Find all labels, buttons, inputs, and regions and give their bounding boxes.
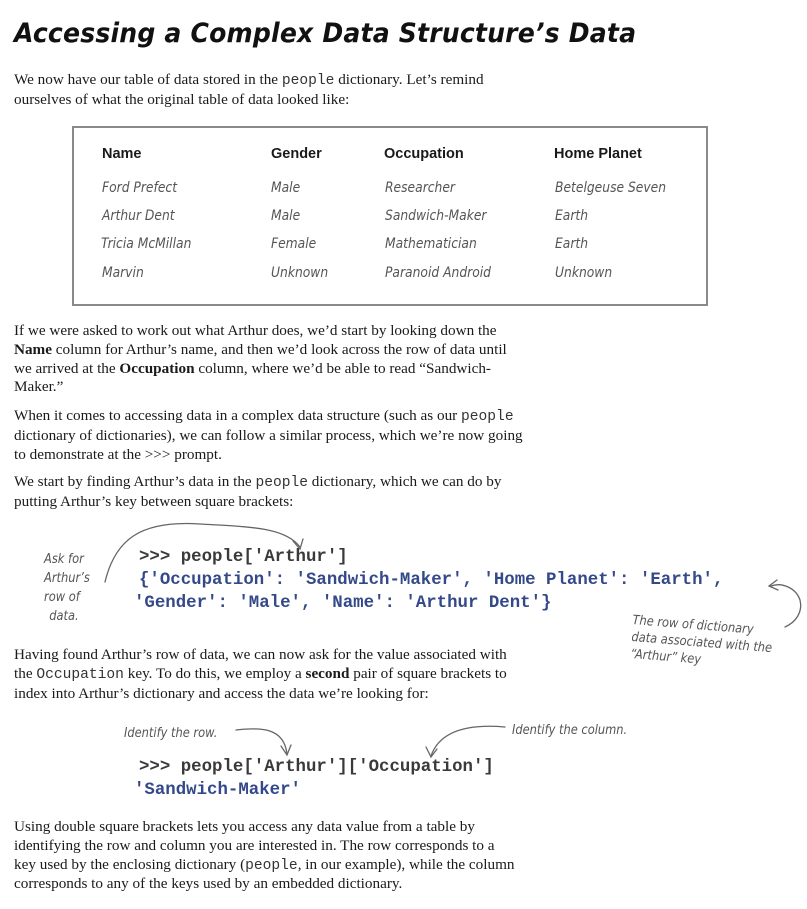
text-line: the xyxy=(14,664,37,682)
arrow-identify-column xyxy=(430,725,506,757)
arrow-row-dict xyxy=(770,584,802,628)
text-line: , in our example), while the column xyxy=(297,855,515,873)
paragraph-second-brackets: Having found Arthur’s row of data, we ca… xyxy=(14,646,554,703)
code-line: 'Sandwich-Maker' xyxy=(134,781,301,800)
text-line: identifying the row and column you are i… xyxy=(14,836,495,854)
annotation-identify-column: Identify the column. xyxy=(512,723,628,738)
annotation-identify-row: Identify the row. xyxy=(124,726,218,741)
paragraph-double-brackets: Using double square brackets lets you ac… xyxy=(14,818,554,894)
code-output-row: 'Sandwich-Maker' xyxy=(134,781,301,800)
code-prompt-row: >>> people['Arthur']['Occupation'] xyxy=(139,758,494,777)
text-line: key used by the enclosing dictionary ( xyxy=(14,855,246,873)
arrowhead xyxy=(425,746,438,759)
text-line: Using double square brackets lets you ac… xyxy=(14,818,475,835)
text-line: Having found Arthur’s row of data, we ca… xyxy=(14,646,507,663)
text-line: key. To do this, we employ a xyxy=(123,664,306,682)
arrow-ask-row xyxy=(104,522,301,583)
code-line: >>> people['Arthur']['Occupation'] xyxy=(139,758,494,777)
inline-code: Occupation xyxy=(36,666,124,683)
text-line: index into Arthur’s dictionary and acces… xyxy=(14,684,429,702)
text-line: pair of square brackets to xyxy=(349,664,507,682)
inline-code: people xyxy=(245,857,298,874)
arrow-identify-row xyxy=(235,728,288,755)
text-line: corresponds to any of the keys used by a… xyxy=(14,875,403,893)
bold-term: second xyxy=(305,664,350,682)
